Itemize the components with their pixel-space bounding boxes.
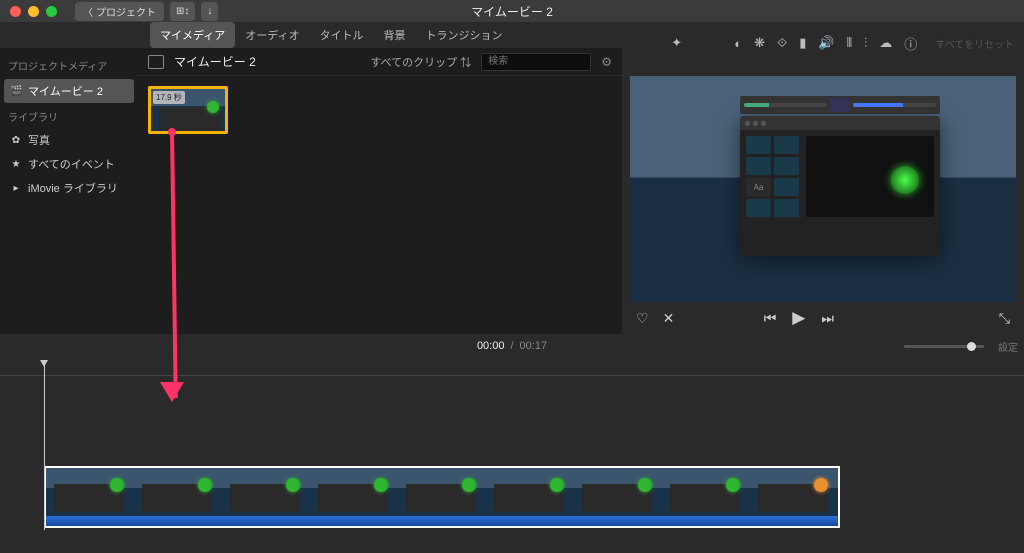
contrast-icon[interactable]: ◐ <box>734 36 742 51</box>
timeline-ruler[interactable] <box>0 358 1024 376</box>
sidebar-item-imovie-library[interactable]: ▸iMovie ライブラリ <box>8 176 130 200</box>
timeline[interactable] <box>0 358 1024 553</box>
view-toggle-button[interactable] <box>148 55 164 69</box>
preview-screen[interactable]: Aa <box>630 76 1016 302</box>
video-icon[interactable]: ▮ <box>799 35 806 51</box>
import-button[interactable]: ⊞↕ <box>170 2 195 21</box>
timeline-playhead[interactable] <box>44 360 45 530</box>
titlebar: 〈プロジェクト ⊞↕ ↓ マイムービー 2 <box>0 0 1024 22</box>
volume-icon[interactable]: 🔊 <box>818 35 834 51</box>
zoom-window-icon[interactable] <box>46 6 57 17</box>
sidebar-header-project-media: プロジェクトメディア <box>8 54 130 77</box>
prev-frame-icon[interactable]: ⏮ <box>764 310 777 327</box>
tab-my-media[interactable]: マイメディア <box>150 22 235 48</box>
tab-transitions[interactable]: トランジション <box>415 22 512 48</box>
timeline-clip[interactable] <box>44 466 840 528</box>
download-button[interactable]: ↓ <box>201 2 218 21</box>
star-icon: ★ <box>10 159 22 170</box>
eq-icon[interactable]: ⫴ <box>847 35 852 51</box>
next-frame-icon[interactable]: ⏭ <box>821 310 834 327</box>
zoom-slider[interactable] <box>904 345 984 348</box>
sidebar-item-photos[interactable]: ✿写真 <box>8 128 130 152</box>
timeline-frame[interactable] <box>486 468 574 518</box>
reject-icon[interactable]: ✕ <box>663 310 675 327</box>
palette-icon[interactable]: ❋ <box>754 35 765 51</box>
timeline-frame[interactable] <box>662 468 750 518</box>
sidebar-header-library: ライブラリ <box>8 105 130 128</box>
media-browser: マイムービー 2 すべてのクリップ ⇅ ⚙ 17.9 秒 <box>138 48 622 334</box>
flower-icon: ✿ <box>10 135 22 146</box>
wand-icon[interactable]: ✦ <box>671 35 682 51</box>
timeline-frame[interactable] <box>134 468 222 518</box>
close-window-icon[interactable] <box>10 6 21 17</box>
clapper-icon: 🎬 <box>10 86 22 97</box>
timeline-frame[interactable] <box>310 468 398 518</box>
info-icon[interactable]: ⓘ <box>904 34 917 53</box>
browser-content[interactable]: 17.9 秒 <box>138 76 622 334</box>
timeline-frame[interactable] <box>46 468 134 518</box>
favorite-icon[interactable]: ♡ <box>636 310 649 327</box>
search-input[interactable] <box>481 53 591 71</box>
library-sidebar: プロジェクトメディア 🎬マイムービー 2 ライブラリ ✿写真 ★すべてのイベント… <box>0 48 138 334</box>
timeline-frame[interactable] <box>750 468 838 518</box>
viewer-controls: ♡ ✕ ⏮ ▶ ⏭ ⤡ <box>622 302 1024 334</box>
reset-all-button[interactable]: すべてをリセット <box>935 36 1014 51</box>
levels-icon[interactable]: ⫶ <box>864 35 867 51</box>
cloud-icon[interactable]: ☁ <box>879 35 892 51</box>
preview-viewer: Aa ♡ ✕ ⏮ ▶ ⏭ ⤡ <box>622 48 1024 334</box>
tab-backgrounds[interactable]: 背景 <box>373 22 415 48</box>
tab-audio[interactable]: オーディオ <box>235 22 309 48</box>
current-time: 00:00 <box>477 340 505 352</box>
clip-duration-badge: 17.9 秒 <box>153 91 185 104</box>
time-separator: / <box>510 340 513 352</box>
crop-icon[interactable]: ⟐ <box>777 35 787 51</box>
sidebar-item-project[interactable]: 🎬マイムービー 2 <box>4 79 134 103</box>
clip-filter-dropdown[interactable]: すべてのクリップ ⇅ <box>370 54 471 70</box>
browser-title: マイムービー 2 <box>174 53 256 70</box>
timeline-frame[interactable] <box>574 468 662 518</box>
inspector-toolbar: ✦ ◐ ❋ ⟐ ▮ 🔊 ⫴ ⫶ ☁ ⓘ すべてをリセット <box>671 30 1014 56</box>
gear-icon[interactable]: ⚙ <box>601 55 612 69</box>
back-to-projects-button[interactable]: 〈プロジェクト <box>75 2 164 21</box>
clip-handle-left[interactable] <box>148 89 151 131</box>
sidebar-item-all-events[interactable]: ★すべてのイベント <box>8 152 130 176</box>
fullscreen-icon[interactable]: ⤡ <box>999 310 1010 327</box>
total-duration: 00:17 <box>520 340 548 352</box>
window-controls <box>0 6 57 17</box>
timeline-audio-track[interactable] <box>46 516 838 526</box>
disclosure-icon: ▸ <box>10 183 22 194</box>
time-bar: 00:00 / 00:17 設定 <box>0 334 1024 358</box>
media-clip[interactable]: 17.9 秒 <box>148 86 228 134</box>
window-title: マイムービー 2 <box>471 3 553 20</box>
timeline-frame[interactable] <box>398 468 486 518</box>
clip-handle-right[interactable] <box>225 89 228 131</box>
tab-titles[interactable]: タイトル <box>309 22 373 48</box>
minimize-window-icon[interactable] <box>28 6 39 17</box>
timeline-settings-button[interactable]: 設定 <box>998 339 1018 354</box>
timeline-frame[interactable] <box>222 468 310 518</box>
play-button[interactable]: ▶ <box>792 308 805 328</box>
